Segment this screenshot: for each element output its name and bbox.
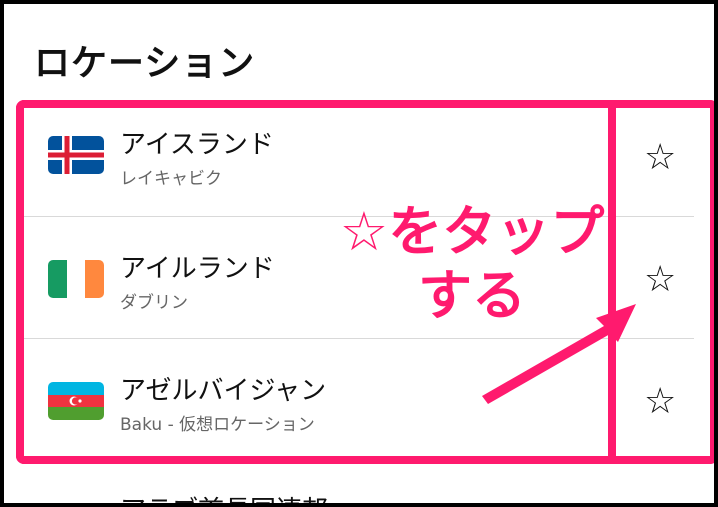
annotation-arrow-icon	[482, 304, 636, 404]
screenshot-frame: ロケーション アイスランド レイキャビク ☆ アイルランド ダブリン ☆ アゼル…	[0, 0, 718, 507]
